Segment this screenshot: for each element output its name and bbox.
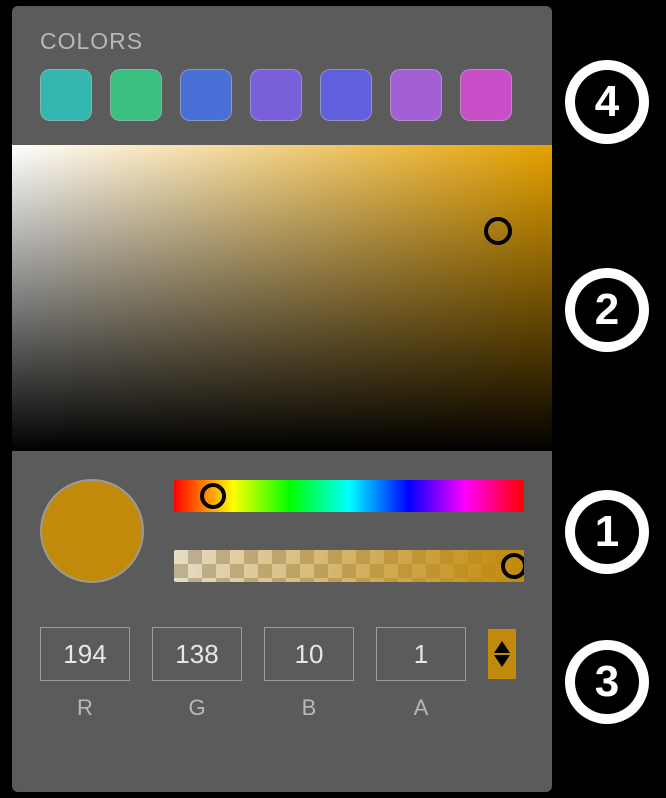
swatch-2[interactable] <box>110 69 162 121</box>
alpha-gradient <box>174 550 524 582</box>
g-group: G <box>152 627 242 721</box>
swatch-7[interactable] <box>460 69 512 121</box>
g-input[interactable] <box>152 627 242 681</box>
g-label: G <box>188 695 205 721</box>
panel-title: COLORS <box>12 6 552 69</box>
format-stepper[interactable] <box>488 629 516 679</box>
annotation-number: 4 <box>575 70 639 134</box>
annotation-number: 2 <box>575 278 639 342</box>
swatch-1[interactable] <box>40 69 92 121</box>
hue-slider[interactable] <box>174 480 524 512</box>
channel-inputs: R G B A <box>12 583 552 721</box>
b-label: B <box>302 695 317 721</box>
r-input[interactable] <box>40 627 130 681</box>
color-picker-panel: COLORS R <box>12 6 552 792</box>
sliders <box>174 480 524 582</box>
swatch-5[interactable] <box>320 69 372 121</box>
annotation-badge-1: 1 <box>565 490 649 574</box>
annotation-badge-2: 2 <box>565 268 649 352</box>
swatch-3[interactable] <box>180 69 232 121</box>
a-group: A <box>376 627 466 721</box>
a-input[interactable] <box>376 627 466 681</box>
swatch-6[interactable] <box>390 69 442 121</box>
annotation-number: 3 <box>575 650 639 714</box>
color-preview <box>40 479 144 583</box>
annotation-number: 1 <box>575 500 639 564</box>
chevron-up-icon <box>494 641 510 653</box>
b-group: B <box>264 627 354 721</box>
alpha-slider[interactable] <box>174 550 524 582</box>
r-label: R <box>77 695 93 721</box>
saturation-value-area[interactable] <box>12 145 552 451</box>
chevron-down-icon <box>494 655 510 667</box>
sv-black-overlay <box>12 145 552 451</box>
swatch-row <box>12 69 552 145</box>
a-label: A <box>414 695 429 721</box>
swatch-4[interactable] <box>250 69 302 121</box>
hue-slider-cursor <box>200 483 226 509</box>
controls-row <box>12 451 552 583</box>
annotation-badge-3: 3 <box>565 640 649 724</box>
annotation-badge-4: 4 <box>565 60 649 144</box>
r-group: R <box>40 627 130 721</box>
b-input[interactable] <box>264 627 354 681</box>
